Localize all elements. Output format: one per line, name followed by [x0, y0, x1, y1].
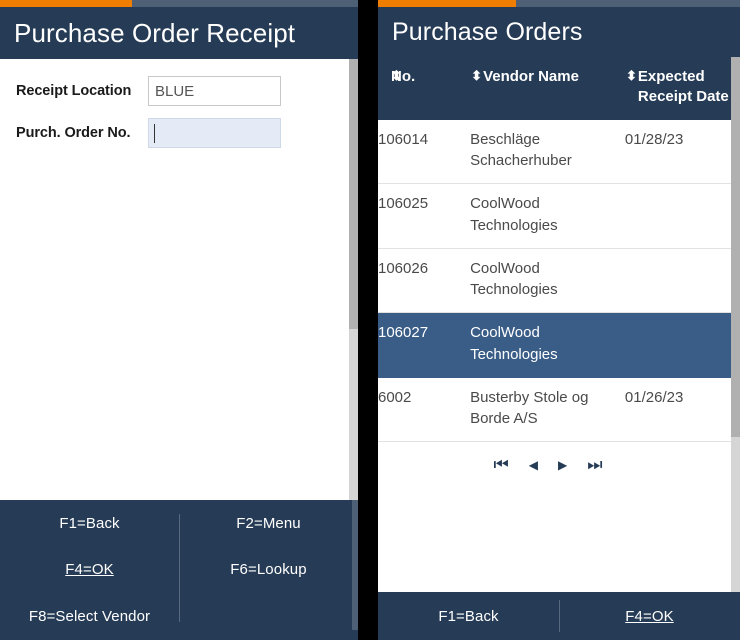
cell-expected-receipt-date	[624, 248, 740, 313]
cell-order-no: 106026	[378, 248, 471, 313]
column-header-date-label: Expected Receipt Date	[637, 68, 729, 106]
pagination-prev-icon[interactable]: ◀	[529, 459, 538, 471]
progress-bar-track	[0, 0, 358, 7]
fkey-f1-back-right[interactable]: F1=Back	[438, 608, 498, 625]
left-function-key-bar: F1=Back F2=Menu F4=OK F6=Lookup F8=Selec…	[0, 500, 358, 640]
text-caret	[154, 124, 155, 143]
cell-expected-receipt-date	[624, 183, 740, 249]
cell-order-no: 106014	[378, 119, 471, 184]
cell-expected-receipt-date: 01/26/23	[624, 377, 740, 442]
fkey-f2-menu[interactable]: F2=Menu	[236, 515, 301, 532]
page-title-orders: Purchase Orders	[392, 17, 583, 46]
column-header-vendor-label: Vendor Name	[483, 68, 579, 85]
purch-order-no-label: Purch. Order No.	[16, 125, 131, 141]
left-panel-scrollbar-thumb[interactable]	[349, 59, 358, 329]
sort-icon[interactable]: ⬍	[470, 67, 483, 85]
page-title: Purchase Order Receipt	[14, 18, 296, 48]
table-header: ⬍ No. ⬍ Vendor Name ⬍ Expected Receipt D…	[378, 57, 740, 120]
column-header-expected-receipt-date[interactable]: ⬍ Expected Receipt Date	[624, 57, 740, 120]
table-row[interactable]: 106026 CoolWood Technologies	[378, 248, 740, 313]
cell-vendor-name: Busterby Stole og Borde A/S	[470, 377, 625, 442]
cell-order-no: 106027	[378, 312, 471, 378]
cell-order-no: 106025	[378, 183, 471, 249]
right-panel-scrollbar[interactable]	[731, 57, 740, 592]
cell-expected-receipt-date: 01/28/23	[624, 119, 740, 184]
right-panel-scrollbar-thumb[interactable]	[731, 57, 740, 437]
column-header-no[interactable]: ⬍ No.	[378, 57, 471, 120]
progress-bar-track-right	[378, 0, 740, 7]
purchase-orders-panel: Purchase Orders ⬍ No. ⬍ Vendor Name ⬍ Ex…	[378, 0, 740, 640]
left-panel-titlebar: Purchase Order Receipt	[0, 7, 358, 59]
progress-bar-fill	[0, 0, 133, 7]
table-body: 106014 Beschläge Schacherhuber 01/28/23 106…	[378, 119, 740, 442]
pagination-first-icon[interactable]: ⏮	[493, 456, 508, 473]
form-row-receipt-location: Receipt Location BLUE	[0, 73, 358, 109]
table-row[interactable]: 106014 Beschläge Schacherhuber 01/28/23	[378, 119, 740, 184]
purch-order-no-input[interactable]	[148, 118, 281, 148]
pagination-controls: ⏮ ◀ ▶ ⏭	[378, 442, 740, 473]
pagination-next-icon[interactable]: ▶	[558, 459, 567, 471]
left-panel-scrollbar[interactable]	[349, 59, 358, 500]
sort-icon[interactable]: ⬍	[378, 67, 402, 85]
cell-vendor-name: CoolWood Technologies	[470, 183, 625, 249]
column-header-no-label: No.	[391, 68, 416, 85]
app-root: Purchase Order Receipt Receipt Location …	[0, 0, 740, 640]
cell-expected-receipt-date	[624, 312, 740, 378]
table-row[interactable]: 106025 CoolWood Technologies	[378, 183, 740, 249]
sort-icon[interactable]: ⬍	[625, 67, 638, 85]
fkey-f4-ok-right[interactable]: F4=OK	[625, 608, 673, 625]
right-panel-titlebar: Purchase Orders	[378, 7, 740, 57]
fkey-f8-select-vendor[interactable]: F8=Select Vendor	[29, 608, 150, 625]
purchase-orders-table-container: ⬍ No. ⬍ Vendor Name ⬍ Expected Receipt D…	[378, 57, 740, 592]
cell-vendor-name: Beschläge Schacherhuber	[470, 119, 625, 184]
column-header-vendor-name[interactable]: ⬍ Vendor Name	[470, 57, 625, 120]
purchase-orders-table: ⬍ No. ⬍ Vendor Name ⬍ Expected Receipt D…	[378, 57, 740, 442]
pagination-last-icon[interactable]: ⏭	[587, 456, 602, 473]
right-function-key-bar: F1=Back F4=OK	[378, 592, 740, 640]
progress-bar-fill-right	[378, 0, 516, 7]
receipt-location-label: Receipt Location	[16, 83, 132, 99]
fkey-f4-ok[interactable]: F4=OK	[65, 561, 113, 578]
receipt-form: Receipt Location BLUE Purch. Order No.	[0, 59, 358, 500]
fkey-f1-back[interactable]: F1=Back	[59, 515, 119, 532]
cell-vendor-name: CoolWood Technologies	[470, 248, 625, 313]
left-footer-scrollbar[interactable]	[352, 500, 358, 630]
purchase-order-receipt-panel: Purchase Order Receipt Receipt Location …	[0, 0, 358, 640]
table-header-row: ⬍ No. ⬍ Vendor Name ⬍ Expected Receipt D…	[378, 57, 740, 120]
cell-vendor-name: CoolWood Technologies	[470, 312, 625, 378]
form-row-purch-order-no: Purch. Order No.	[0, 115, 358, 151]
receipt-location-input[interactable]: BLUE	[148, 76, 281, 106]
fkey-f6-lookup[interactable]: F6=Lookup	[230, 561, 306, 578]
cell-order-no: 6002	[378, 377, 471, 442]
table-row[interactable]: 6002 Busterby Stole og Borde A/S 01/26/23	[378, 377, 740, 442]
table-row[interactable]: 106027 CoolWood Technologies	[378, 312, 740, 378]
